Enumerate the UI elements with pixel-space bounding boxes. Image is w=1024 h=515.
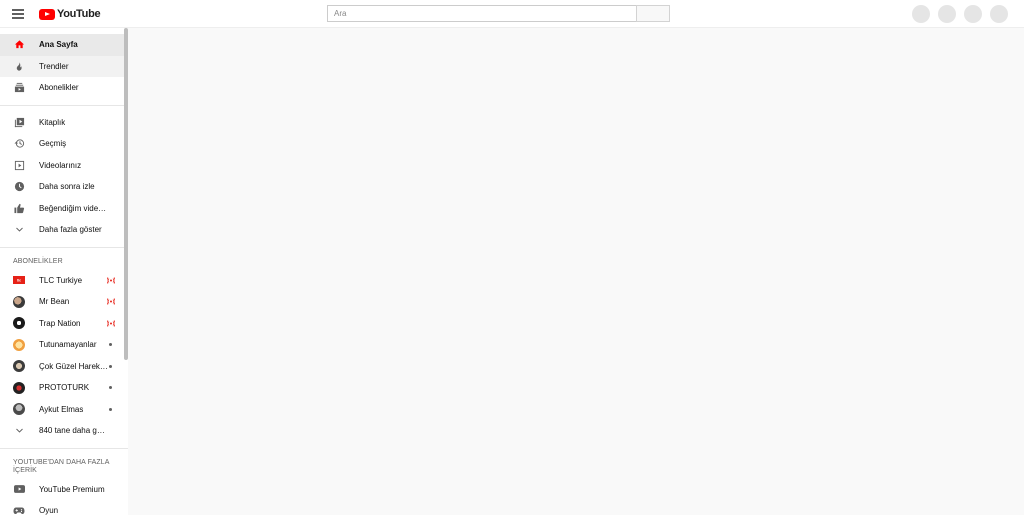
- sidebar: Ana Sayfa Trendler Abonelikler Kitaplık …: [0, 28, 128, 515]
- live-icon: [106, 319, 116, 327]
- sidebar-item-gaming[interactable]: Oyun: [0, 500, 128, 515]
- divider: [0, 246, 128, 248]
- channel-avatar: [13, 381, 25, 394]
- sidebar-item-label: Trendler: [39, 61, 69, 71]
- subscription-item[interactable]: Mr Bean: [0, 291, 128, 313]
- sidebar-item-label: Daha fazla göster: [39, 225, 102, 235]
- sidebar-item-label: Beğendiğim videolar: [39, 203, 109, 213]
- sidebar-item-home[interactable]: Ana Sayfa: [0, 34, 128, 56]
- svg-text:tlc: tlc: [17, 279, 21, 283]
- new-content-dot: [109, 364, 112, 368]
- channel-avatar: [13, 360, 25, 373]
- create-icon[interactable]: [912, 5, 930, 23]
- sidebar-item-liked-videos[interactable]: Beğendiğim videolar: [0, 198, 128, 220]
- search-input[interactable]: [327, 5, 636, 22]
- subscriptions-section-title: ABONELİKLER: [13, 257, 63, 265]
- sidebar-item-label: Abonelikler: [39, 83, 79, 93]
- subscription-label: PROTOTURK: [39, 383, 90, 393]
- gaming-icon: [13, 505, 25, 515]
- search-bar: [327, 5, 670, 22]
- sidebar-item-label: Videolarınız: [39, 160, 82, 170]
- chevron-down-icon: [13, 224, 25, 236]
- channel-avatar: tlc: [13, 274, 25, 286]
- search-button[interactable]: [636, 5, 670, 22]
- channel-avatar: [13, 403, 25, 416]
- youtube-premium-icon: [13, 483, 25, 495]
- logo-text: YouTube: [57, 8, 101, 20]
- like-icon: [13, 202, 25, 214]
- subscription-item[interactable]: Trap Nation: [0, 313, 128, 335]
- subscriptions-icon: [13, 82, 25, 94]
- header-actions: [912, 5, 1008, 23]
- live-icon: [106, 276, 116, 284]
- account-avatar[interactable]: [990, 5, 1008, 23]
- channel-avatar: [13, 338, 25, 351]
- sidebar-item-your-videos[interactable]: Videolarınız: [0, 155, 128, 177]
- chevron-down-icon: [13, 425, 25, 437]
- sidebar-item-watch-later[interactable]: Daha sonra izle: [0, 176, 128, 198]
- home-icon: [13, 39, 25, 51]
- subscription-item[interactable]: Aykut Elmas: [0, 399, 128, 421]
- sidebar-item-label: Kitaplık: [39, 117, 66, 127]
- channel-avatar: [13, 317, 25, 330]
- subscription-label: Çok Güzel Hareketl...: [39, 361, 109, 371]
- trending-icon: [13, 60, 25, 72]
- library-icon: [13, 116, 25, 128]
- menu-icon[interactable]: [11, 7, 25, 21]
- subscription-label: Aykut Elmas: [39, 404, 84, 414]
- live-icon: [106, 298, 116, 305]
- youtube-logo-icon: [39, 8, 55, 20]
- subscription-label: Tutunamayanlar: [39, 340, 97, 350]
- subscription-item[interactable]: PROTOTURK: [0, 377, 128, 399]
- sidebar-item-subscriptions[interactable]: Abonelikler: [0, 77, 128, 99]
- more-from-youtube-title: YOUTUBE'DAN DAHA FAZLA İÇERİK: [13, 458, 110, 474]
- apps-icon[interactable]: [938, 5, 956, 23]
- new-content-dot: [109, 407, 112, 411]
- sidebar-item-label: Ana Sayfa: [39, 40, 78, 50]
- sidebar-item-label: Geçmiş: [39, 139, 67, 149]
- subscription-item[interactable]: Tutunamayanlar: [0, 334, 128, 356]
- sidebar-item-label: 840 tane daha göster: [39, 426, 109, 436]
- channel-avatar: [13, 295, 25, 308]
- sidebar-item-trending[interactable]: Trendler: [0, 55, 128, 77]
- top-bar: YouTube: [0, 0, 1024, 28]
- subscription-item[interactable]: tlc TLC Turkiye: [0, 270, 128, 292]
- your-videos-icon: [13, 159, 25, 171]
- divider: [0, 104, 128, 106]
- subscription-label: Mr Bean: [39, 297, 70, 307]
- sidebar-item-label: YouTube Premium: [39, 484, 105, 494]
- watch-later-icon: [13, 181, 25, 193]
- sidebar-item-history[interactable]: Geçmiş: [0, 133, 128, 155]
- sidebar-item-label: Oyun: [39, 506, 59, 515]
- sidebar-item-youtube-premium[interactable]: YouTube Premium: [0, 479, 128, 501]
- new-content-dot: [109, 386, 112, 389]
- subscriptions-show-more[interactable]: 840 tane daha göster: [0, 420, 128, 442]
- youtube-logo[interactable]: YouTube: [39, 7, 101, 21]
- subscription-label: Trap Nation: [39, 318, 81, 328]
- sidebar-item-label: Daha sonra izle: [39, 182, 95, 192]
- history-icon: [13, 138, 25, 150]
- new-content-dot: [109, 343, 112, 346]
- subscription-item[interactable]: Çok Güzel Hareketl...: [0, 356, 128, 378]
- notifications-icon[interactable]: [964, 5, 982, 23]
- subscription-label: TLC Turkiye: [39, 275, 83, 285]
- sidebar-item-library[interactable]: Kitaplık: [0, 112, 128, 134]
- divider: [0, 447, 128, 449]
- main-content: [128, 28, 1024, 515]
- sidebar-show-more[interactable]: Daha fazla göster: [0, 219, 128, 241]
